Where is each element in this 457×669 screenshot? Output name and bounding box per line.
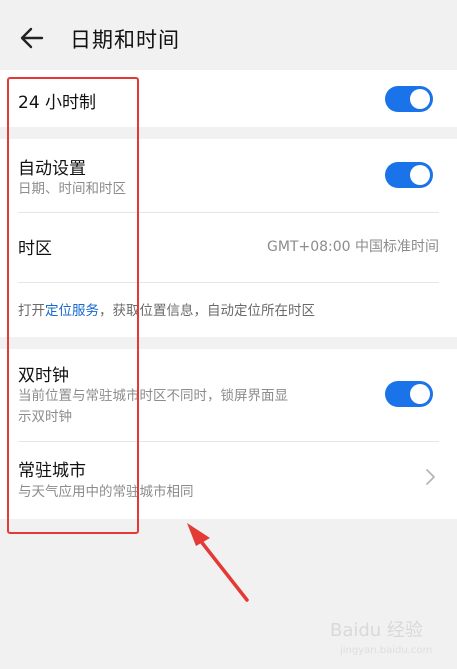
watermark: Baidu 经验 [330, 620, 423, 641]
watermark-url: jingyan.baidu.com [340, 645, 433, 656]
annotation-arrow-icon [187, 523, 249, 602]
